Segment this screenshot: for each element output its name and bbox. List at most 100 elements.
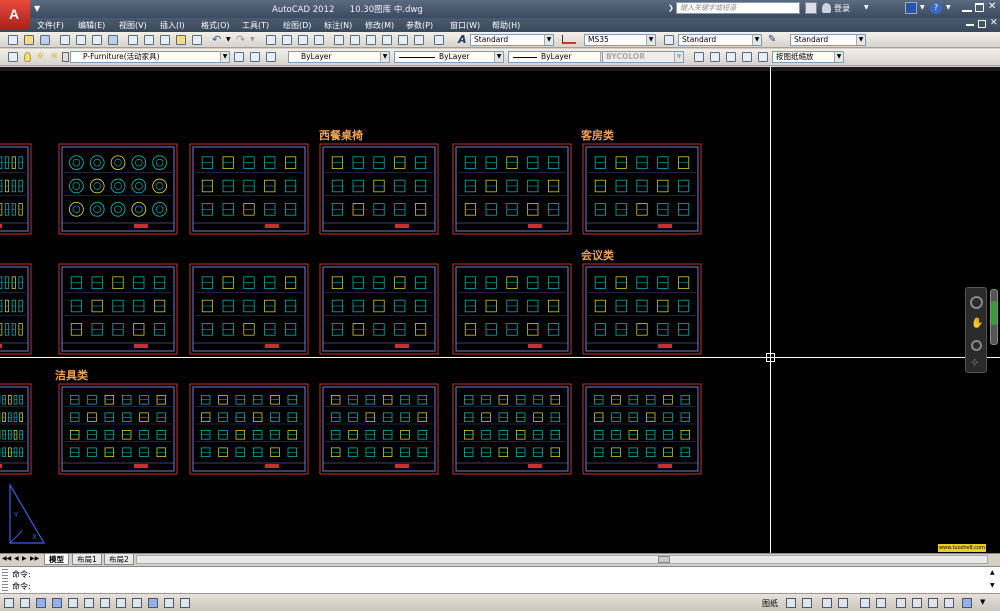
zoom-window-icon[interactable] bbox=[298, 35, 308, 45]
help-icon[interactable]: ? bbox=[930, 2, 942, 14]
drawing-canvas[interactable]: 西餐桌椅 客房类 会议类 洁具类 YX ✋ ⊹ www.tuozhe8.com … bbox=[0, 67, 1000, 553]
maximize-button[interactable] bbox=[975, 3, 984, 12]
tab-prev-icon[interactable]: ◀ bbox=[14, 555, 19, 562]
lineweight-select[interactable]: ByLayer▼ bbox=[508, 51, 610, 63]
layer-select[interactable]: P-Furniture(活动家具) ▼ bbox=[70, 51, 230, 63]
annotation-visibility-icon[interactable] bbox=[876, 598, 886, 608]
redo-dropdown-icon[interactable]: ▼ bbox=[250, 36, 255, 43]
clean-screen-icon[interactable] bbox=[962, 598, 972, 608]
cut-icon[interactable] bbox=[128, 35, 138, 45]
multileader-style-select[interactable]: Standard ▼ bbox=[790, 34, 866, 46]
undo-icon[interactable]: ↶ bbox=[212, 33, 221, 46]
snap-mode-icon[interactable] bbox=[20, 598, 30, 608]
lock-icon[interactable] bbox=[912, 598, 922, 608]
menu-insert[interactable]: 插入(I) bbox=[160, 20, 185, 31]
doc-minimize-button[interactable] bbox=[966, 24, 974, 26]
search-input[interactable]: 键入关键字或短语 bbox=[676, 2, 800, 14]
tab-first-icon[interactable]: ◀◀ bbox=[2, 555, 11, 562]
status-bar-menu-icon[interactable]: ▼ bbox=[980, 598, 985, 606]
menu-modify[interactable]: 修改(M) bbox=[365, 20, 394, 31]
zoom-nav-icon[interactable] bbox=[971, 340, 982, 351]
search-arrow-icon[interactable]: ❯ bbox=[668, 4, 674, 12]
sheet-set-icon[interactable] bbox=[382, 35, 392, 45]
paper-space-label[interactable]: 图纸 bbox=[762, 598, 778, 609]
properties-icon[interactable] bbox=[334, 35, 344, 45]
exchange-icon[interactable] bbox=[905, 2, 917, 14]
menu-file[interactable]: 文件(F) bbox=[37, 20, 64, 31]
tab-layout1[interactable]: 布局1 bbox=[72, 554, 102, 565]
table-style-select[interactable]: Standard ▼ bbox=[678, 34, 762, 46]
tool-palettes-icon[interactable] bbox=[366, 35, 376, 45]
publish-icon[interactable] bbox=[92, 35, 102, 45]
viewport-icon-5[interactable] bbox=[758, 52, 768, 62]
color-select[interactable]: ByLayer ▼ bbox=[288, 51, 390, 63]
command-window[interactable]: 命令: 命令: ▲ ▼ bbox=[0, 566, 1000, 593]
menu-tools[interactable]: 工具(T) bbox=[242, 20, 269, 31]
quick-view-drawings-icon[interactable] bbox=[802, 598, 812, 608]
ortho-mode-icon[interactable] bbox=[52, 598, 62, 608]
3d-osnap-icon[interactable] bbox=[100, 598, 110, 608]
dynamic-ucs-icon[interactable] bbox=[132, 598, 142, 608]
redo-icon[interactable]: ↷ bbox=[236, 33, 245, 46]
pan-nav-icon[interactable]: ✋ bbox=[971, 318, 983, 329]
object-snap-tracking-icon[interactable] bbox=[116, 598, 126, 608]
match-properties-icon[interactable] bbox=[176, 35, 186, 45]
menu-window[interactable]: 窗口(W) bbox=[450, 20, 480, 31]
quick-view-layouts-icon[interactable] bbox=[786, 598, 796, 608]
doc-close-button[interactable]: ✕ bbox=[990, 18, 998, 28]
block-editor-icon[interactable] bbox=[192, 35, 202, 45]
pan-icon[interactable] bbox=[266, 35, 276, 45]
menu-dimension[interactable]: 标注(N) bbox=[324, 20, 352, 31]
menu-edit[interactable]: 编辑(E) bbox=[78, 20, 105, 31]
design-center-icon[interactable] bbox=[350, 35, 360, 45]
viewport-icon-4[interactable] bbox=[742, 52, 752, 62]
3d-dwf-icon[interactable] bbox=[108, 35, 118, 45]
steering-wheel-icon[interactable] bbox=[970, 296, 983, 309]
tab-layout2[interactable]: 布局2 bbox=[104, 554, 134, 565]
menu-draw[interactable]: 绘图(D) bbox=[283, 20, 311, 31]
vertical-scroll-thumb[interactable] bbox=[991, 301, 997, 325]
viewport-scale-select[interactable]: 按图纸缩放 ▼ bbox=[772, 51, 844, 63]
menu-help[interactable]: 帮助(H) bbox=[492, 20, 520, 31]
workspace-switching-icon[interactable] bbox=[896, 598, 906, 608]
plot-preview-icon[interactable] bbox=[76, 35, 86, 45]
help-toolbar-icon[interactable] bbox=[434, 35, 444, 45]
minimize-button[interactable] bbox=[962, 4, 972, 12]
help-dropdown-icon[interactable]: ▼ bbox=[946, 4, 951, 11]
zoom-status-icon[interactable] bbox=[838, 598, 848, 608]
command-scroll-down-icon[interactable]: ▼ bbox=[990, 582, 995, 589]
linetype-select[interactable]: ByLayer ▼ bbox=[394, 51, 504, 63]
undo-dropdown-icon[interactable]: ▼ bbox=[226, 36, 231, 43]
app-logo-icon[interactable]: A bbox=[0, 0, 30, 30]
grid-display-icon[interactable] bbox=[36, 598, 46, 608]
new-icon[interactable] bbox=[8, 35, 18, 45]
markup-icon[interactable] bbox=[398, 35, 408, 45]
menu-parametric[interactable]: 参数(P) bbox=[406, 20, 433, 31]
search-icon[interactable] bbox=[805, 2, 817, 14]
save-icon[interactable] bbox=[40, 35, 50, 45]
copy-icon[interactable] bbox=[144, 35, 154, 45]
tab-model[interactable]: 模型 bbox=[44, 554, 69, 565]
lineweight-icon[interactable] bbox=[164, 598, 174, 608]
isolate-objects-icon[interactable] bbox=[944, 598, 954, 608]
layer-properties-icon[interactable] bbox=[8, 52, 18, 62]
horizontal-scrollbar[interactable] bbox=[136, 555, 988, 564]
menu-view[interactable]: 视图(V) bbox=[119, 20, 147, 31]
viewport-icon-1[interactable] bbox=[694, 52, 704, 62]
command-grip[interactable] bbox=[2, 569, 8, 591]
horizontal-scroll-thumb[interactable] bbox=[658, 556, 670, 563]
plot-icon[interactable] bbox=[60, 35, 70, 45]
dynamic-input-icon[interactable] bbox=[148, 598, 158, 608]
command-scroll-up-icon[interactable]: ▲ bbox=[990, 569, 995, 576]
polar-tracking-icon[interactable] bbox=[68, 598, 78, 608]
viewport-icon-3[interactable] bbox=[726, 52, 736, 62]
object-snap-icon[interactable] bbox=[84, 598, 94, 608]
layer-state-icon[interactable] bbox=[266, 52, 276, 62]
dim-style-select[interactable]: MS35 ▼ bbox=[584, 34, 656, 46]
quick-access-dropdown-icon[interactable]: ▼ bbox=[34, 4, 40, 13]
quickcalc-icon[interactable] bbox=[414, 35, 424, 45]
menu-format[interactable]: 格式(O) bbox=[201, 20, 230, 31]
text-style-select[interactable]: Standard ▼ bbox=[470, 34, 554, 46]
layer-previous-icon[interactable] bbox=[250, 52, 260, 62]
close-button[interactable]: ✕ bbox=[988, 1, 996, 12]
